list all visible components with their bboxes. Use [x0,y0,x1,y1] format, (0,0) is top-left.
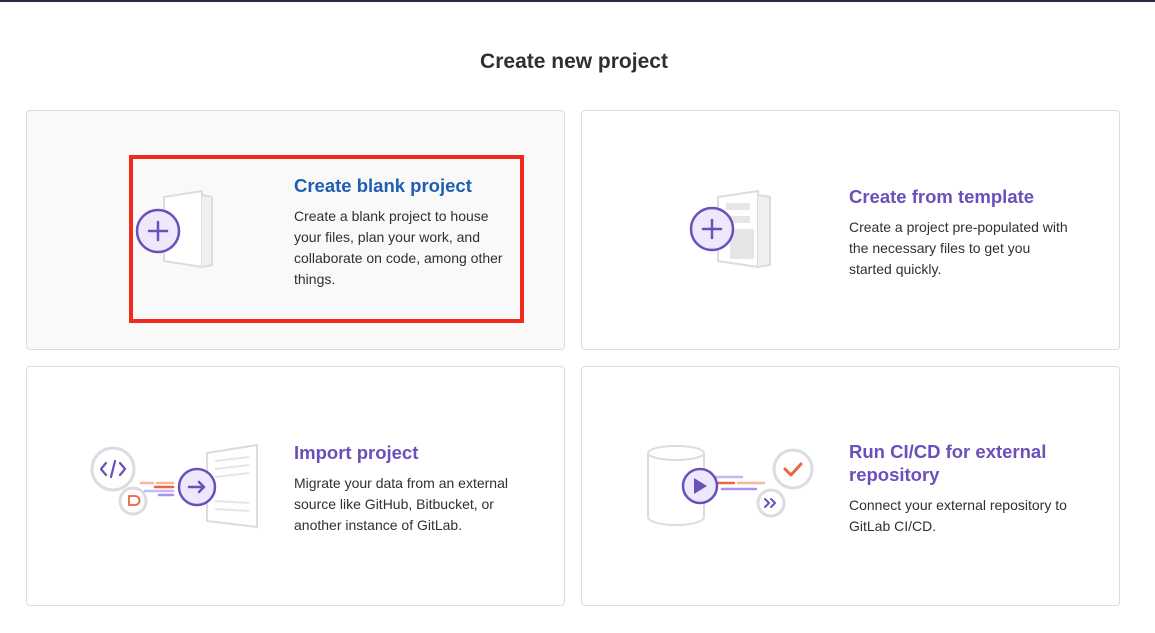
card-title: Run CI/CD for external repository [849,441,1047,485]
blank-project-icon [132,189,222,280]
card-title: Import project [294,442,419,463]
top-navbar-edge [0,0,1155,2]
create-from-template-card[interactable]: Create from template Create a project pr… [581,110,1120,350]
template-project-icon [686,189,776,280]
card-description: Migrate your data from an external sourc… [294,475,508,533]
create-blank-project-card[interactable]: Create blank project Create a blank proj… [26,110,565,350]
card-description: Connect your external repository to GitL… [849,497,1067,534]
page-title: Create new project [480,50,668,73]
import-project-card[interactable]: Import project Migrate your data from an… [26,366,565,606]
card-description: Create a blank project to house your fil… [294,208,503,287]
cicd-project-icon [644,445,819,532]
card-title: Create from template [849,186,1035,207]
import-project-icon [89,443,264,538]
card-description: Create a project pre-populated with the … [849,219,1068,277]
card-title: Create blank project [294,175,472,196]
run-cicd-external-repo-card[interactable]: Run CI/CD for external repository Connec… [581,366,1120,606]
